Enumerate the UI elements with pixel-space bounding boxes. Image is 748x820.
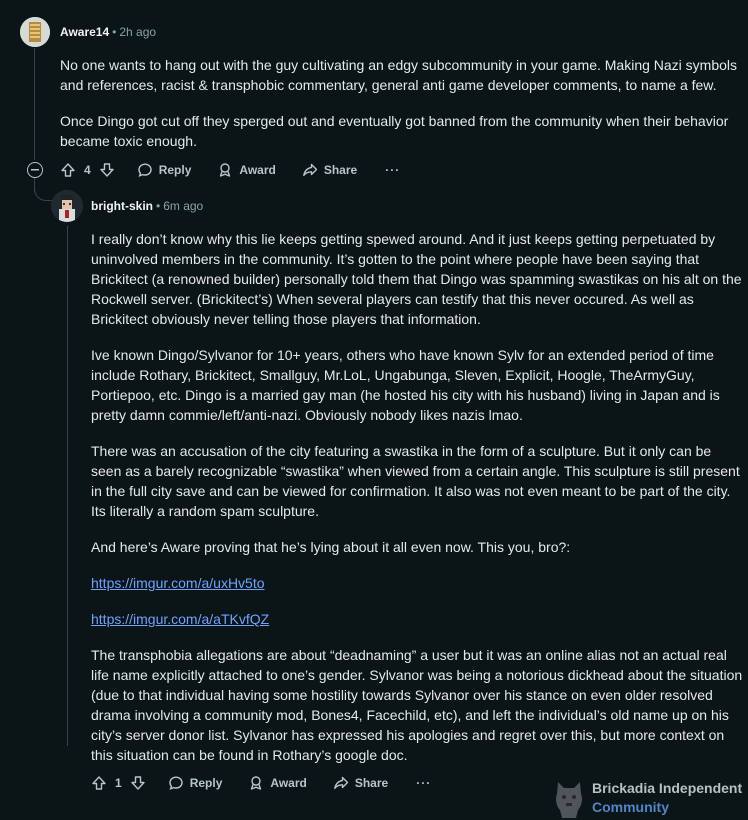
downvote-icon — [99, 163, 114, 177]
minus-icon — [31, 169, 39, 171]
timestamp[interactable]: 2h ago — [119, 25, 156, 39]
comment-icon — [168, 776, 183, 790]
collapse-thread-button[interactable] — [27, 162, 43, 178]
username[interactable]: Aware14 — [60, 25, 109, 39]
share-label: Share — [354, 776, 389, 790]
comment2-body: I really don’t know why this lie keeps g… — [91, 229, 744, 765]
share-button[interactable]: Share — [302, 162, 357, 178]
downvote-button[interactable] — [99, 162, 115, 178]
more-icon: ··· — [385, 163, 401, 177]
thread-line-main — [34, 48, 35, 160]
thread-line-curve — [34, 178, 53, 201]
mascot-logo-icon — [556, 782, 582, 818]
avatar-bright-skin[interactable] — [51, 190, 83, 222]
reply-label: Reply — [158, 163, 192, 177]
award-icon — [251, 776, 262, 790]
link-paragraph: https://imgur.com/a/uxHv5to — [91, 573, 744, 593]
upvote-button[interactable] — [60, 162, 76, 178]
comment-paragraph: Once Dingo got cut off they sperged out … — [60, 113, 729, 149]
downvote-button[interactable] — [130, 775, 146, 791]
thread-line-child — [67, 226, 68, 746]
award-label: Award — [239, 163, 276, 177]
share-icon — [333, 776, 349, 790]
reply-label: Reply — [189, 776, 223, 790]
share-icon — [302, 163, 318, 177]
comment-paragraph: There was an accusation of the city feat… — [91, 443, 740, 519]
comment1-header: Aware14 • 2h ago — [60, 25, 156, 39]
comment1-actions: 4 Reply Award Share ··· — [60, 158, 400, 182]
downvote-icon — [130, 776, 145, 790]
award-button[interactable]: Award — [248, 775, 307, 791]
comment-paragraph: No one wants to hang out with the guy cu… — [60, 57, 738, 93]
comment-paragraph: The transphobia allegations are about “d… — [91, 647, 743, 763]
award-label: Award — [270, 776, 307, 790]
imgur-link-1[interactable]: https://imgur.com/a/uxHv5to — [91, 575, 265, 591]
avatar-image — [51, 190, 83, 222]
comment2-actions: 1 Reply Award Share ··· — [91, 771, 431, 795]
reply-button[interactable]: Reply — [137, 162, 192, 178]
watermark-line-1: Brickadia Independent — [592, 780, 743, 796]
comment-paragraph: Ive known Dingo/Sylvanor for 10+ years, … — [91, 347, 720, 423]
avatar-aware14[interactable] — [20, 17, 50, 47]
timestamp[interactable]: 6m ago — [163, 199, 203, 213]
avatar-image — [20, 17, 50, 47]
more-options-button[interactable]: ··· — [385, 163, 400, 177]
award-icon — [220, 163, 231, 177]
upvote-icon — [92, 776, 106, 790]
upvote-button[interactable] — [91, 775, 107, 791]
separator-dot: • — [156, 199, 161, 213]
vote-count: 4 — [84, 163, 91, 177]
award-button[interactable]: Award — [217, 162, 276, 178]
comment-paragraph: And here’s Aware proving that he’s lying… — [91, 539, 571, 555]
reply-button[interactable]: Reply — [168, 775, 223, 791]
share-button[interactable]: Share — [333, 775, 388, 791]
upvote-icon — [61, 163, 75, 177]
imgur-link-2[interactable]: https://imgur.com/a/aTKvfQZ — [91, 611, 269, 627]
more-options-button[interactable]: ··· — [416, 776, 431, 790]
watermark: Brickadia Independent Community — [552, 778, 742, 818]
comment2-header: bright-skin • 6m ago — [91, 199, 203, 213]
more-icon: ··· — [416, 776, 432, 790]
comment-icon — [137, 163, 152, 177]
watermark-text: Brickadia Independent Community — [592, 779, 742, 817]
link-paragraph: https://imgur.com/a/aTKvfQZ — [91, 609, 744, 629]
watermark-line-2: Community — [592, 799, 669, 815]
comment-paragraph: I really don’t know why this lie keeps g… — [91, 231, 742, 327]
username[interactable]: bright-skin — [91, 199, 153, 213]
comment1-body: No one wants to hang out with the guy cu… — [60, 55, 744, 151]
vote-count: 1 — [115, 776, 122, 790]
share-label: Share — [323, 163, 358, 177]
separator-dot: • — [112, 25, 117, 39]
